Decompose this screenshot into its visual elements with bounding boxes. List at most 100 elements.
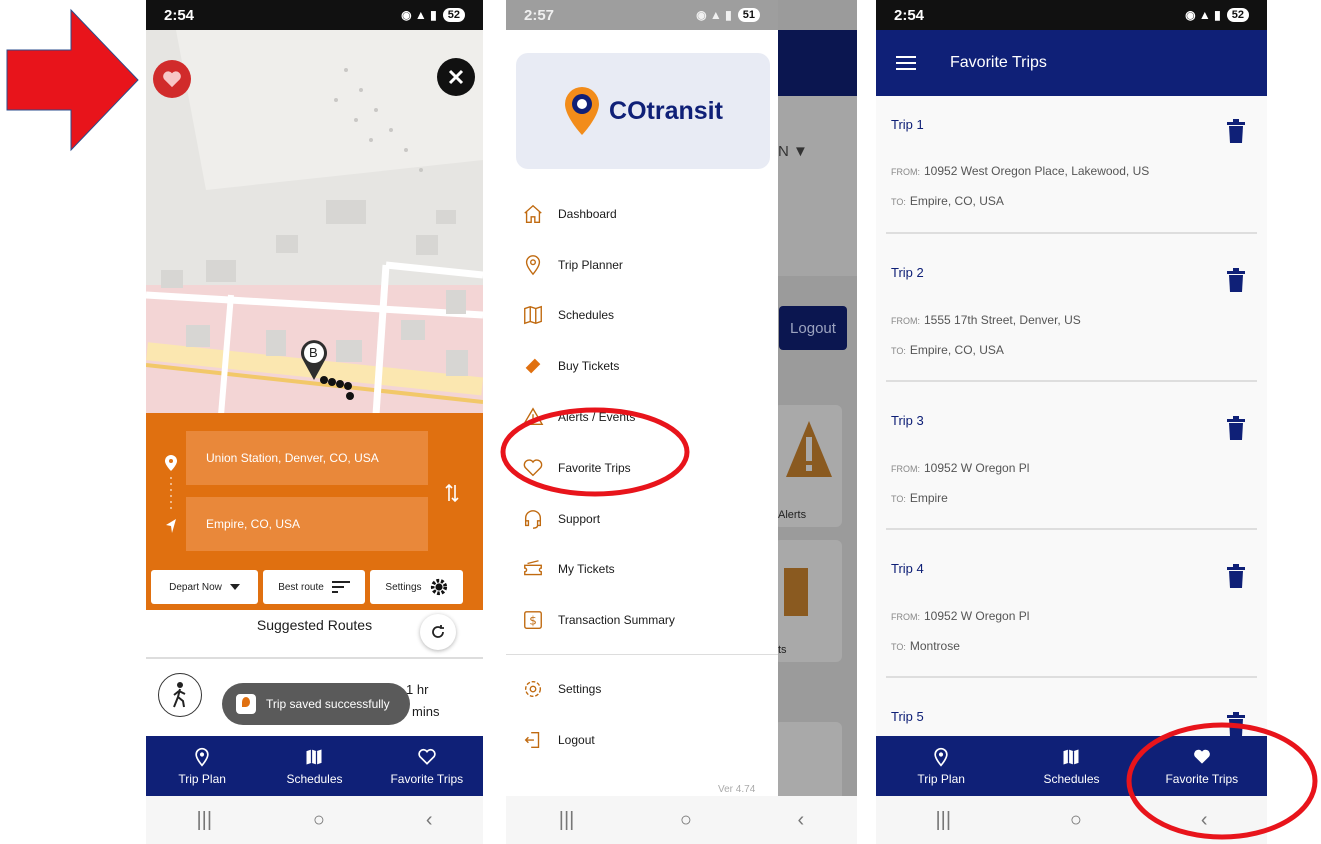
trash-icon[interactable] xyxy=(1227,119,1245,143)
location-pin-icon xyxy=(195,747,209,767)
headset-icon xyxy=(524,510,542,529)
trip-title: Trip 3 xyxy=(891,413,924,428)
close-icon xyxy=(448,69,464,85)
location-pin-icon xyxy=(525,255,541,276)
tickets-icon xyxy=(524,560,542,576)
destination-field[interactable]: Empire, CO, USA xyxy=(186,497,428,551)
dollar-icon: $ xyxy=(524,611,542,629)
home-button[interactable]: ○ xyxy=(1070,809,1082,832)
walk-icon xyxy=(158,673,202,717)
depart-dropdown[interactable]: Depart Now xyxy=(151,570,258,604)
trash-icon[interactable] xyxy=(1227,416,1245,440)
trip-to: TO: Empire, CO, USA xyxy=(891,343,1004,357)
menu-divider xyxy=(506,654,778,655)
logout-button-bg[interactable]: Logout xyxy=(779,306,847,350)
trip-title: Trip 1 xyxy=(891,117,924,132)
map-icon xyxy=(306,749,322,764)
phone-trip-plan: 2:54 ◉ ▲ ▮ 52 B Union Station, Denver, C… xyxy=(146,0,483,844)
tab-schedules[interactable]: Schedules xyxy=(1006,736,1136,796)
route-duration-mins: mins xyxy=(412,704,440,719)
logout-icon xyxy=(524,731,540,749)
red-arrow-annotation xyxy=(6,8,139,152)
tab-trip-plan[interactable]: Trip Plan xyxy=(876,736,1006,796)
sort-button[interactable]: Best route xyxy=(263,570,365,604)
settings-button[interactable]: Settings xyxy=(370,570,463,604)
menu-item-schedules[interactable]: Schedules xyxy=(522,300,614,330)
favorite-heart-button[interactable] xyxy=(153,60,191,98)
trip-from: FROM: 10952 West Oregon Place, Lakewood, … xyxy=(891,164,1150,178)
battery-level: 52 xyxy=(442,8,465,22)
home-button[interactable]: ○ xyxy=(680,809,692,832)
home-icon xyxy=(524,204,542,223)
app-header: Favorite Trips xyxy=(876,30,1267,96)
app-logo-icon xyxy=(236,694,256,714)
heart-icon xyxy=(163,71,181,88)
back-button[interactable]: ‹ xyxy=(426,809,433,832)
depart-label: Depart Now xyxy=(169,581,222,593)
trip-divider xyxy=(886,232,1257,234)
menu-item-transaction-summary[interactable]: $ Transaction Summary xyxy=(522,605,675,635)
gear-icon xyxy=(430,578,447,596)
status-icons: ◉ ▲ ▮ 51 xyxy=(696,8,760,22)
map-icon xyxy=(524,305,542,325)
menu-item-buy-tickets[interactable]: Buy Tickets xyxy=(522,351,619,381)
trash-icon[interactable] xyxy=(1227,564,1245,588)
svg-text:$: $ xyxy=(529,614,537,628)
menu-item-trip-planner[interactable]: Trip Planner xyxy=(522,250,623,280)
home-button[interactable]: ○ xyxy=(313,809,325,832)
destination-marker[interactable]: B xyxy=(299,338,329,382)
trip-divider xyxy=(886,380,1257,382)
trash-icon[interactable] xyxy=(1227,268,1245,292)
menu-item-logout[interactable]: Logout xyxy=(522,725,595,755)
route-duration-hours: 1 hr xyxy=(406,682,429,697)
version-label: Ver 4.74 xyxy=(718,784,756,795)
origin-field[interactable]: Union Station, Denver, CO, USA xyxy=(186,431,428,485)
refresh-icon xyxy=(432,625,444,638)
system-nav-bar: ||| ○ ‹ xyxy=(506,796,857,844)
close-button[interactable] xyxy=(437,58,475,96)
bottom-tab-bar: Trip Plan Schedules Favorite Trips xyxy=(146,736,483,796)
tab-favorite-trips[interactable]: Favorite Trips xyxy=(371,736,483,796)
recent-apps-button[interactable]: ||| xyxy=(196,809,212,832)
battery-level: 51 xyxy=(737,8,760,22)
tickets-card[interactable]: ts xyxy=(774,540,842,662)
trip-title: Trip 4 xyxy=(891,561,924,576)
language-selector[interactable]: N ▼ xyxy=(778,143,808,160)
alerts-card[interactable]: Alerts xyxy=(774,405,842,527)
location-pin-icon xyxy=(934,747,948,767)
brand-card: COtransit xyxy=(516,53,770,169)
tab-schedules[interactable]: Schedules xyxy=(258,736,370,796)
trip-list: Trip 1 FROM: 10952 West Oregon Place, Lak… xyxy=(876,96,1267,736)
trip-from: FROM: 10952 W Oregon Pl xyxy=(891,461,1030,475)
map-view[interactable]: B xyxy=(146,30,483,415)
menu-item-dashboard[interactable]: Dashboard xyxy=(522,199,617,229)
status-time: 2:57 xyxy=(524,6,555,24)
swap-icon[interactable] xyxy=(445,483,459,503)
back-button[interactable]: ‹ xyxy=(798,809,805,832)
menu-item-support[interactable]: Support xyxy=(522,504,600,534)
cotransit-logo-icon xyxy=(565,87,600,135)
hamburger-menu-icon[interactable] xyxy=(896,55,916,71)
recent-apps-button[interactable]: ||| xyxy=(559,809,575,832)
tab-label: Schedules xyxy=(286,771,343,786)
section-divider xyxy=(146,657,483,659)
tab-trip-plan[interactable]: Trip Plan xyxy=(146,736,258,796)
map-icon xyxy=(1063,749,1079,764)
toast-text: Trip saved successfully xyxy=(266,697,390,711)
red-circle-annotation xyxy=(1126,722,1318,840)
sort-icon xyxy=(331,581,350,593)
status-icons: ◉ ▲ ▮ 52 xyxy=(401,8,465,22)
menu-item-settings[interactable]: Settings xyxy=(522,674,601,704)
trip-from: FROM: 1555 17th Street, Denver, US xyxy=(891,313,1081,327)
system-nav-bar: ||| ○ ‹ xyxy=(146,796,483,844)
tab-label: Schedules xyxy=(1043,771,1100,786)
chevron-down-icon xyxy=(229,584,240,590)
trip-to: TO: Empire xyxy=(891,491,948,505)
brand-name: COtransit xyxy=(609,96,723,125)
refresh-button[interactable] xyxy=(420,614,456,650)
page-title: Favorite Trips xyxy=(950,54,1047,71)
trip-title: Trip 2 xyxy=(891,265,924,280)
menu-item-my-tickets[interactable]: My Tickets xyxy=(522,554,615,584)
recent-apps-button[interactable]: ||| xyxy=(935,809,951,832)
trip-divider xyxy=(886,676,1257,678)
